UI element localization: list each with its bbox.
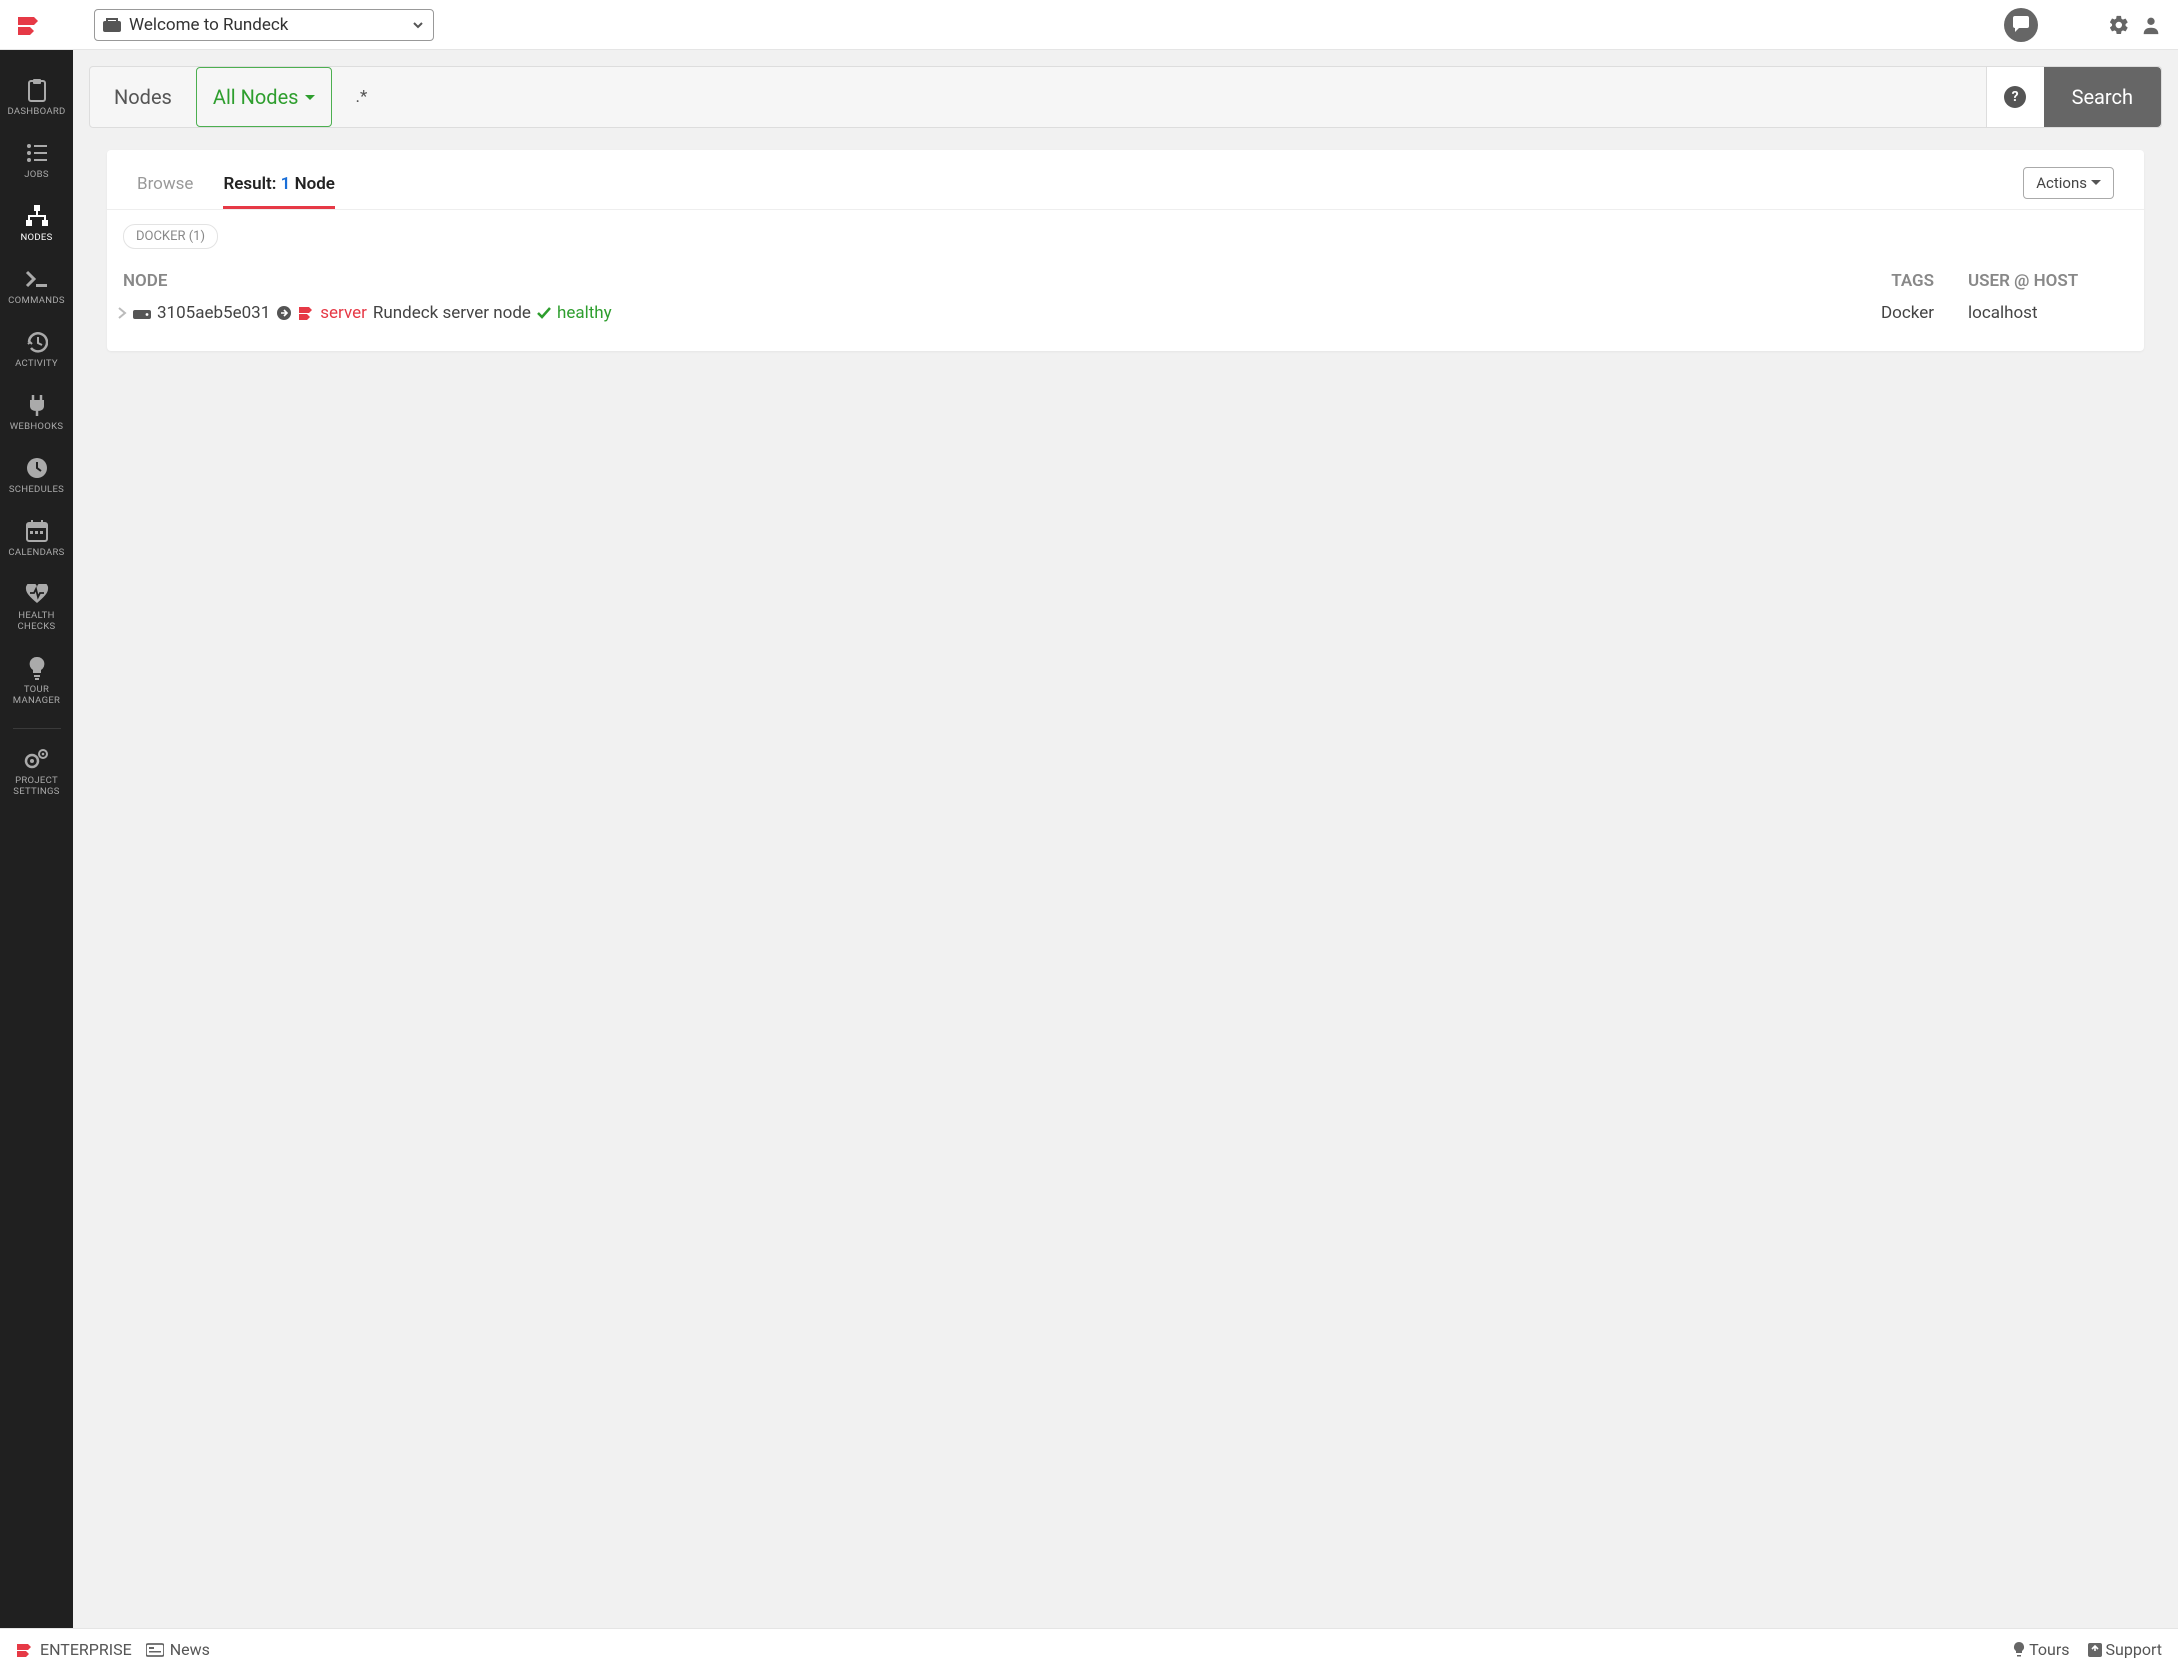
footer-support-label: Support — [2106, 1640, 2162, 1659]
node-health: healthy — [557, 303, 612, 323]
settings-icon[interactable] — [2108, 14, 2130, 36]
tab-result[interactable]: Result: 1 Node — [223, 164, 335, 209]
node-filter-query[interactable]: .* — [342, 67, 1986, 127]
expand-icon[interactable] — [117, 306, 127, 320]
list-icon — [26, 141, 48, 165]
node-server-label: server — [320, 303, 367, 323]
network-icon — [25, 204, 49, 228]
project-picker-icon — [103, 18, 121, 32]
project-picker-label: Welcome to Rundeck — [129, 15, 411, 35]
filter-help-button[interactable]: ? — [1986, 67, 2044, 127]
footer-tours-label: Tours — [2029, 1640, 2069, 1659]
node-filter-dropdown[interactable]: All Nodes — [196, 67, 332, 127]
sidebar-item-jobs[interactable]: JOBS — [0, 131, 73, 194]
sidebar-item-calendars[interactable]: CALENDARS — [0, 509, 73, 572]
sidebar-label: CALENDARS — [8, 547, 64, 558]
sidebar-item-healthchecks[interactable]: HEALTH CHECKS — [0, 572, 73, 646]
project-picker[interactable]: Welcome to Rundeck — [94, 9, 434, 41]
sidebar-item-tourmanager[interactable]: TOUR MANAGER — [0, 646, 73, 720]
node-filter-name: All Nodes — [213, 85, 299, 109]
logo-icon — [16, 15, 44, 35]
footer-enterprise[interactable]: ENTERPRISE — [16, 1640, 132, 1659]
sidebar-label: JOBS — [24, 169, 49, 180]
tab-browse[interactable]: Browse — [137, 164, 193, 209]
plug-icon — [28, 393, 46, 417]
gears-icon — [24, 747, 50, 771]
footer-support[interactable]: Support — [2088, 1640, 2162, 1659]
clock-icon — [26, 456, 48, 480]
caret-down-icon — [2091, 180, 2101, 185]
history-icon — [26, 330, 48, 354]
node-tags: Docker — [1814, 303, 1934, 323]
sidebar-separator — [13, 728, 61, 729]
sidebar-label: DASHBOARD — [7, 106, 65, 117]
table-header-row: NODE TAGS USER @ HOST — [117, 261, 2134, 301]
node-name: 3105aeb5e031 — [157, 303, 270, 323]
sidebar-item-projectsettings[interactable]: PROJECT SETTINGS — [0, 737, 73, 811]
sidebar-label: ACTIVITY — [15, 358, 58, 369]
support-icon — [2088, 1643, 2102, 1657]
node-row[interactable]: 3105aeb5e031 server Rundeck server node … — [117, 301, 2134, 325]
tab-result-prefix: Result: — [223, 174, 276, 194]
actions-button[interactable]: Actions — [2023, 167, 2114, 199]
lightbulb-icon — [28, 656, 46, 680]
caret-down-icon — [305, 95, 315, 100]
sidebar-label: SCHEDULES — [9, 484, 64, 495]
sidebar-label: COMMANDS — [8, 295, 65, 306]
chevron-down-icon — [411, 18, 425, 32]
node-userhost: localhost — [1934, 303, 2134, 323]
header-tags: TAGS — [1814, 271, 1934, 291]
terminal-icon — [25, 267, 49, 291]
actions-label: Actions — [2036, 174, 2087, 192]
main-content: Nodes All Nodes .* ? Search Browse Resul… — [73, 50, 2178, 1628]
sidebar-label: PROJECT SETTINGS — [4, 775, 69, 797]
check-icon — [537, 307, 551, 319]
heartbeat-icon — [25, 582, 49, 606]
tag-chip[interactable]: DOCKER (1) — [123, 224, 218, 249]
sidebar-item-schedules[interactable]: SCHEDULES — [0, 446, 73, 509]
sidebar-item-dashboard[interactable]: DASHBOARD — [0, 68, 73, 131]
chips-row: DOCKER (1) — [107, 210, 2144, 257]
rundeck-icon — [298, 306, 314, 320]
top-bar: Welcome to Rundeck — [0, 0, 2178, 50]
footer-tours[interactable]: Tours — [2013, 1640, 2069, 1659]
user-icon[interactable] — [2140, 14, 2162, 36]
tab-result-suffix: Node — [295, 174, 335, 194]
sidebar: DASHBOARD JOBS NODES COMMANDS ACTIVITY W… — [0, 50, 73, 1628]
footer-enterprise-label: ENTERPRISE — [40, 1640, 132, 1659]
hdd-icon — [133, 306, 151, 320]
sidebar-label: HEALTH CHECKS — [4, 610, 69, 632]
rundeck-icon — [16, 1643, 34, 1657]
sidebar-label: TOUR MANAGER — [4, 684, 69, 706]
sidebar-label: NODES — [20, 232, 52, 243]
lightbulb-icon — [2013, 1642, 2025, 1658]
node-description: Rundeck server node — [373, 303, 531, 323]
search-button[interactable]: Search — [2044, 67, 2161, 127]
filter-bar: Nodes All Nodes .* ? Search — [89, 66, 2162, 128]
filter-title: Nodes — [90, 67, 196, 127]
results-header: Browse Result: 1 Node Actions — [107, 150, 2144, 210]
header-userhost: USER @ HOST — [1934, 271, 2134, 291]
tab-result-count: 1 — [281, 174, 291, 194]
chat-icon[interactable] — [2004, 8, 2038, 42]
header-node: NODE — [117, 271, 1814, 291]
calendar-icon — [26, 519, 48, 543]
sidebar-item-activity[interactable]: ACTIVITY — [0, 320, 73, 383]
footer-news[interactable]: News — [146, 1640, 210, 1659]
help-icon: ? — [2004, 86, 2026, 108]
news-icon — [146, 1643, 164, 1657]
nodes-table: NODE TAGS USER @ HOST 3105aeb5e031 serve… — [107, 257, 2144, 325]
circle-arrow-icon[interactable] — [276, 305, 292, 321]
sidebar-item-webhooks[interactable]: WEBHOOKS — [0, 383, 73, 446]
sidebar-label: WEBHOOKS — [10, 421, 64, 432]
footer-news-label: News — [170, 1640, 210, 1659]
results-card: Browse Result: 1 Node Actions DOCKER (1) — [107, 150, 2144, 351]
sidebar-item-nodes[interactable]: NODES — [0, 194, 73, 257]
sidebar-item-commands[interactable]: COMMANDS — [0, 257, 73, 320]
footer: ENTERPRISE News Tours Support — [0, 1628, 2178, 1670]
clipboard-icon — [26, 78, 48, 102]
